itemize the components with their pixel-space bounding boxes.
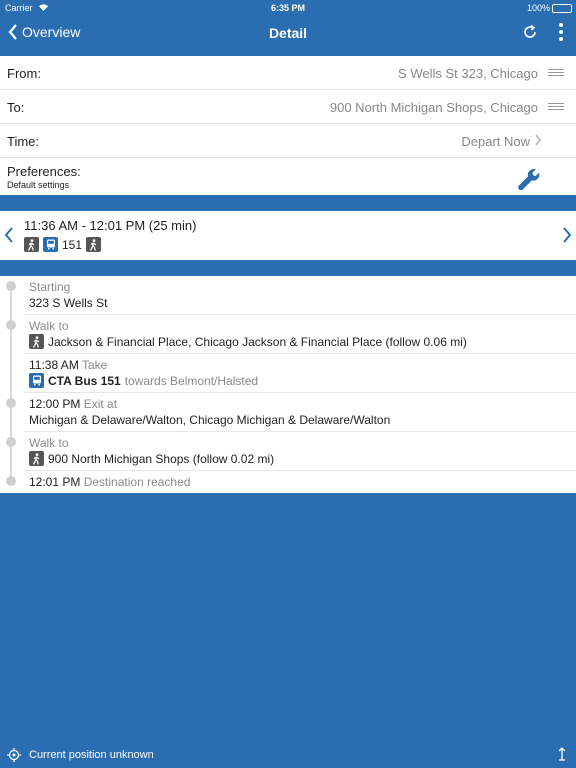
timeline-dot <box>6 437 16 447</box>
route-form: From: S Wells St 323, Chicago To: 900 No… <box>0 56 576 197</box>
to-row[interactable]: To: 900 North Michigan Shops, Chicago <box>0 90 576 124</box>
battery-icon <box>552 4 572 13</box>
walk-icon <box>86 237 102 252</box>
step-detail: Michigan & Delaware/Walton, Chicago Mich… <box>29 413 391 427</box>
bus-icon <box>29 373 44 388</box>
bus-route-name: CTA Bus 151 <box>48 373 121 388</box>
step-action: Take <box>81 358 108 372</box>
trip-legs: 151 <box>24 237 105 252</box>
more-options-icon[interactable] <box>558 22 564 47</box>
clock: 6:35 PM <box>270 3 305 13</box>
previous-trip-icon[interactable] <box>4 227 14 248</box>
step-detail: 900 North Michigan Shops (follow 0.02 mi… <box>48 451 275 466</box>
step-detail: 323 S Wells St <box>29 296 108 310</box>
section-gap <box>0 195 576 211</box>
bus-route-number: 151 <box>62 237 83 252</box>
trip-timespan: 11:36 AM - 12:01 PM (25 min) <box>24 218 197 233</box>
battery-percent: 100% <box>526 3 550 13</box>
location-footer: Current position unknown <box>0 744 576 768</box>
walk-icon <box>24 237 39 252</box>
time-value: Depart Now <box>461 134 530 149</box>
bus-icon <box>43 237 58 252</box>
position-status: Current position unknown <box>29 749 154 761</box>
time-row[interactable]: Time: Depart Now <box>0 124 576 158</box>
step-towards: towards Belmont/Halsted <box>124 373 259 388</box>
trip-summary: 11:36 AM - 12:01 PM (25 min) 151 <box>0 211 576 260</box>
location-crosshair-icon[interactable] <box>7 748 21 765</box>
timeline-dot <box>6 320 16 330</box>
reorder-handle-icon[interactable] <box>548 103 564 111</box>
step-title: Starting <box>29 280 71 294</box>
page-title: Detail <box>268 25 308 41</box>
timeline-rail <box>10 286 12 482</box>
preferences-label: Preferences: <box>7 164 81 179</box>
refresh-icon[interactable] <box>522 24 538 45</box>
walk-icon <box>29 334 44 349</box>
from-label: From: <box>7 66 41 81</box>
to-label: To: <box>7 100 25 115</box>
to-value: 900 North Michigan Shops, Chicago <box>329 100 538 115</box>
from-value: S Wells St 323, Chicago <box>398 66 538 81</box>
step-title: Walk to <box>29 319 69 333</box>
from-row[interactable]: From: S Wells St 323, Chicago <box>0 56 576 90</box>
preferences-subtitle: Default settings <box>7 180 70 190</box>
status-bar: Carrier 6:35 PM 100% <box>0 0 576 16</box>
chevron-right-icon <box>534 133 542 149</box>
itinerary-steps: Starting 323 S Wells St Walk to Jackson … <box>0 276 576 493</box>
time-label: Time: <box>7 134 40 149</box>
wrench-icon[interactable] <box>516 166 540 195</box>
reorder-handle-icon[interactable] <box>548 69 564 77</box>
step-time: 11:38 AM <box>29 358 79 372</box>
nav-bar: Overview Detail <box>0 16 576 56</box>
expand-up-icon[interactable] <box>558 747 566 764</box>
next-trip-icon[interactable] <box>562 227 572 248</box>
timeline-dot <box>6 398 16 408</box>
section-gap <box>0 260 576 276</box>
step-detail: Jackson & Financial Place, Chicago Jacks… <box>48 334 467 349</box>
timeline-dot <box>6 476 16 486</box>
walk-icon <box>29 451 44 466</box>
step-title: Walk to <box>29 436 69 450</box>
timeline-dot <box>6 281 16 291</box>
step-action: Exit at <box>83 397 118 411</box>
step-action: Destination reached <box>83 475 191 489</box>
preferences-row[interactable]: Preferences: Default settings <box>0 158 576 197</box>
step-time: 12:00 PM <box>29 397 81 411</box>
step-time: 12:01 PM <box>29 475 81 489</box>
